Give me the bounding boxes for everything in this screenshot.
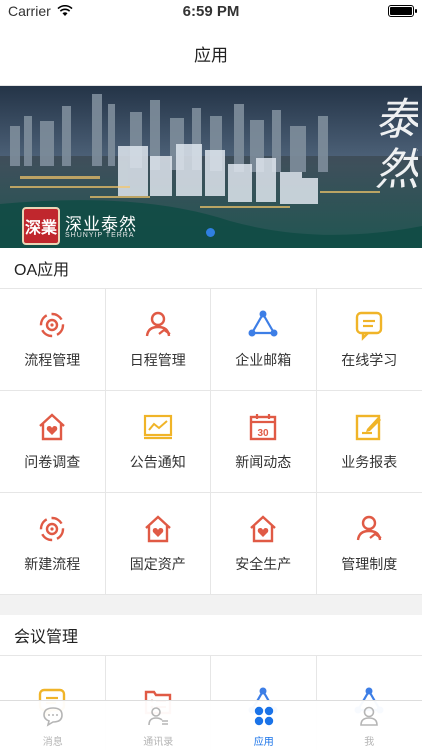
brand-mark: 深業 [24, 220, 57, 237]
section-header-oa: OA应用 [0, 248, 422, 288]
oa-app-item-label: 问卷调查 [24, 454, 81, 470]
oa-app-item-label: 公告通知 [129, 454, 186, 470]
battery-fill [390, 7, 412, 15]
schedule-user-icon [142, 309, 174, 341]
calendar-30-icon: 30 [247, 411, 279, 443]
oa-app-item[interactable]: 企业邮箱 [211, 289, 317, 391]
section-header-meeting: 会议管理 [0, 615, 422, 655]
oa-app-item[interactable]: 流程管理 [0, 289, 106, 391]
tab-contacts[interactable]: 通讯录 [106, 701, 212, 750]
oa-app-grid: 流程管理 日程管理 企业邮箱 在线学习问卷调查 公告通知 30 新闻动态 业务报表新建流程 固定… [0, 288, 422, 595]
oa-app-item-label: 业务报表 [341, 454, 398, 470]
carousel-page-indicator[interactable] [206, 228, 215, 237]
tab-label: 消息 [42, 736, 63, 748]
house-heart-icon [36, 411, 68, 443]
oa-app-item-label: 在线学习 [341, 352, 398, 368]
brand-subtitle: SHUNYIP TERRA [65, 232, 135, 239]
oa-app-item-label: 新建流程 [24, 556, 81, 572]
mail-network-icon [247, 309, 279, 341]
tab-profile[interactable]: 我 [317, 701, 422, 750]
process-icon [36, 513, 68, 545]
profile-icon [357, 704, 381, 731]
oa-app-item[interactable]: 日程管理 [105, 289, 211, 391]
tab-label: 通讯录 [143, 736, 174, 748]
oa-app-item-label: 固定资产 [129, 556, 186, 572]
calligraphy-text: 泰然 [367, 96, 418, 196]
wifi-icon [57, 5, 73, 16]
oa-app-item[interactable]: 问卷调查 [0, 391, 106, 493]
oa-app-item-label: 流程管理 [24, 352, 81, 368]
tab-apps-grid[interactable]: 应用 [211, 701, 317, 750]
oa-app-item[interactable]: 固定资产 [105, 493, 211, 595]
carrier-label: Carrier [8, 3, 51, 19]
status-bar: Carrier 6:59 PM [0, 0, 422, 22]
battery-icon [388, 5, 417, 17]
report-edit-icon [353, 411, 385, 443]
app-screen: Carrier 6:59 PM 应用 深業 深业泰然 SHUNYIP TERRA… [0, 0, 422, 750]
oa-app-item[interactable]: 30 新闻动态 [211, 391, 317, 493]
chat-learn-icon [353, 309, 385, 341]
oa-app-item[interactable]: 新建流程 [0, 493, 106, 595]
navigation-bar: 应用 [0, 22, 422, 86]
section-title-oa: OA应用 [14, 262, 70, 279]
svg-text:30: 30 [258, 428, 270, 439]
status-left: Carrier [8, 3, 73, 19]
process-icon [36, 309, 68, 341]
oa-app-item-label: 新闻动态 [235, 454, 292, 470]
chart-board-icon [142, 411, 174, 443]
oa-app-item[interactable]: 在线学习 [316, 289, 422, 391]
oa-app-item-label: 管理制度 [341, 556, 398, 572]
section-title-meeting: 会议管理 [14, 629, 79, 646]
contacts-icon [146, 704, 170, 731]
bottom-tab-bar: 消息 通讯录 应用 我 [0, 700, 422, 750]
banner-carousel[interactable]: 深業 深业泰然 SHUNYIP TERRA 泰然 [0, 86, 422, 248]
oa-app-item[interactable]: 业务报表 [316, 391, 422, 493]
chat-bubble-icon [41, 704, 65, 731]
tab-chat-bubble[interactable]: 消息 [0, 701, 106, 750]
oa-app-item[interactable]: 管理制度 [316, 493, 422, 595]
house-heart-icon [247, 513, 279, 545]
apps-grid-icon [252, 704, 276, 731]
oa-app-item-label: 安全生产 [235, 556, 292, 572]
tab-label: 应用 [253, 736, 274, 748]
oa-app-item[interactable]: 安全生产 [211, 493, 317, 595]
brand-logo: 深業 [22, 207, 60, 245]
oa-app-item-label: 日程管理 [129, 352, 186, 368]
page-title: 应用 [194, 46, 228, 65]
tab-label: 我 [364, 736, 375, 748]
banner-city-image [0, 86, 422, 248]
schedule-user-icon [353, 513, 385, 545]
oa-app-item-label: 企业邮箱 [235, 352, 292, 368]
oa-app-item[interactable]: 公告通知 [105, 391, 211, 493]
house-heart-icon [142, 513, 174, 545]
